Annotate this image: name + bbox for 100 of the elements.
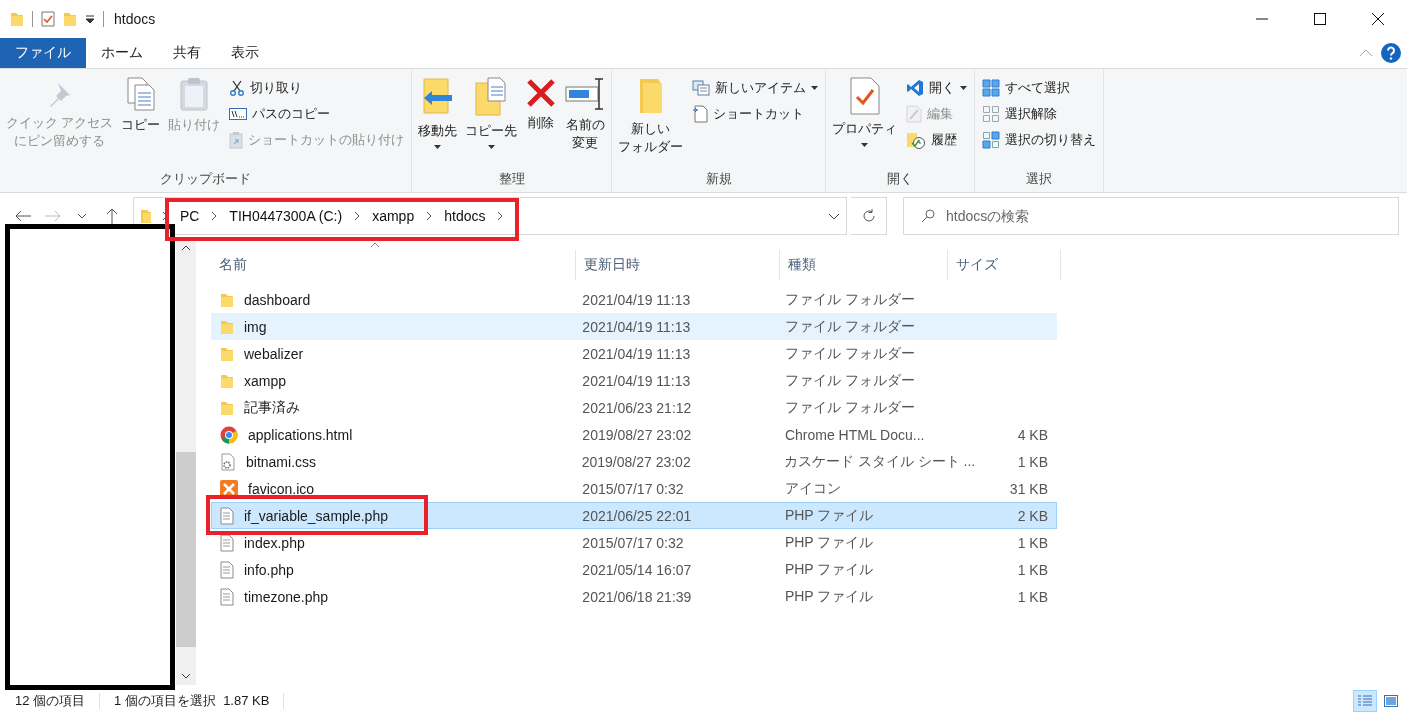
- file-name: dashboard: [244, 291, 311, 308]
- column-header[interactable]: 名前: [211, 250, 576, 280]
- checkmark-document-icon: [41, 11, 55, 27]
- file-size: 1 KB: [1017, 561, 1048, 578]
- up-arrow-icon: [106, 208, 118, 224]
- file-type: カスケード スタイル シート ...: [783, 452, 976, 469]
- file-type: PHP ファイル: [784, 533, 874, 550]
- path-icon: [229, 107, 248, 121]
- file-size: 2 KB: [1017, 507, 1048, 524]
- group-label: 整理: [498, 170, 526, 188]
- ribbon-button[interactable]: 開く: [902, 75, 972, 101]
- file-date: 2021/06/18 21:39: [582, 588, 692, 605]
- address-bar[interactable]: PC TIH0447300A (C:) xampp htdocs: [132, 197, 848, 235]
- ribbon-button[interactable]: 移動先: [415, 73, 461, 154]
- folder-icon: [10, 11, 24, 27]
- grid-icon: [982, 79, 1001, 97]
- column-header[interactable]: 更新日時: [576, 250, 780, 280]
- ribbon-tab[interactable]: ファイル: [0, 38, 86, 68]
- column-header[interactable]: サイズ: [948, 250, 1061, 280]
- file-name: bitnami.css: [246, 453, 317, 470]
- file-row[interactable]: applications.html 2019/08/27 23:02 Chrome HTML Docu... 4 KB: [211, 421, 1057, 448]
- file-date: 2021/06/25 22:01: [582, 507, 692, 524]
- file-date: 2021/05/14 16:07: [582, 561, 692, 578]
- file-name: favicon.ico: [248, 480, 315, 497]
- file-row[interactable]: favicon.ico 2015/07/17 0:32 アイコン 31 KB: [211, 475, 1057, 502]
- file-row[interactable]: info.php 2021/05/14 16:07 PHP ファイル 1 KB: [211, 556, 1057, 583]
- folder-icon: [63, 11, 77, 27]
- file-name: webalizer: [244, 345, 304, 362]
- ribbon-button[interactable]: 選択の切り替え: [978, 127, 1101, 153]
- file-row[interactable]: if_variable_sample.php 2021/06/25 22:01 PHP ファイル 2 KB: [211, 502, 1057, 529]
- file-row[interactable]: dashboard 2021/04/19 11:13 ファイル フォルダー: [211, 286, 1057, 313]
- file-row[interactable]: bitnami.css 2019/08/27 23:02 カスケード スタイル シート ... 1 KB: [211, 448, 1057, 475]
- breadcrumb[interactable]: TIH0447300A (C:): [227, 208, 345, 224]
- file-type: アイコン: [784, 479, 841, 496]
- search-icon: [921, 209, 935, 223]
- file-name: applications.html: [248, 426, 353, 443]
- group-label: 新規: [705, 170, 733, 188]
- selection-info: 1 個の項目を選択 1.87 KB: [114, 692, 270, 710]
- file-date: 2015/07/17 0:32: [582, 534, 684, 551]
- window-title: htdocs: [114, 11, 156, 27]
- folder-clock-icon: [906, 131, 927, 149]
- file-row[interactable]: xampp 2021/04/19 11:13 ファイル フォルダー: [211, 367, 1057, 394]
- dropdown-icon: [85, 15, 95, 23]
- chevron-down-icon: [77, 213, 88, 219]
- file-type: Chrome HTML Docu...: [784, 426, 925, 443]
- partial-grid-icon: [982, 131, 1001, 149]
- file-type: PHP ファイル: [784, 587, 874, 604]
- file-row[interactable]: 記事済み 2021/06/23 21:12 ファイル フォルダー: [211, 394, 1057, 421]
- ribbon-button[interactable]: 切り取り: [225, 75, 409, 101]
- ribbon-button[interactable]: 新しいアイテム: [688, 75, 823, 101]
- ribbon-button[interactable]: コピー: [118, 73, 164, 139]
- ribbon-tab[interactable]: ホーム: [86, 38, 158, 68]
- ribbon-button[interactable]: 選択解除: [978, 101, 1101, 127]
- chevron-icon: [354, 211, 361, 221]
- clipboard-icon: [179, 77, 210, 111]
- breadcrumb[interactable]: htdocs: [442, 208, 488, 224]
- ribbon-button[interactable]: ショートカット: [688, 101, 823, 127]
- help-icon: [1381, 43, 1401, 63]
- folder-icon: [220, 291, 234, 308]
- file-size: 1 KB: [1017, 588, 1048, 605]
- scrollbar[interactable]: [176, 239, 196, 685]
- file-row[interactable]: timezone.php 2021/06/18 21:39 PHP ファイル 1 KB: [211, 583, 1057, 610]
- ribbon-button[interactable]: コピー先: [462, 73, 521, 154]
- file-type: PHP ファイル: [784, 560, 874, 577]
- ribbon-button[interactable]: すべて選択: [978, 75, 1101, 101]
- search-field[interactable]: htdocsの検索: [903, 197, 1399, 235]
- file-type: ファイル フォルダー: [784, 398, 915, 415]
- shortcut-icon: [692, 105, 709, 123]
- collapse-icon: [1359, 49, 1373, 57]
- file-date: 2019/08/27 23:02: [582, 426, 692, 443]
- file-date: 2021/04/19 11:13: [582, 318, 691, 335]
- file-size: 1 KB: [1017, 534, 1048, 551]
- breadcrumb[interactable]: PC: [177, 208, 202, 224]
- ribbon-button[interactable]: 新しい フォルダー: [615, 73, 687, 161]
- document-icon: [220, 506, 234, 525]
- rename-icon: [565, 77, 606, 111]
- ribbon-button[interactable]: 履歴: [902, 127, 972, 153]
- column-header[interactable]: 種類: [780, 250, 948, 280]
- grid-outline-icon: [982, 105, 1001, 123]
- ribbon-button[interactable]: パスのコピー: [225, 101, 409, 127]
- ribbon-button[interactable]: プロパティ: [829, 73, 901, 152]
- file-row[interactable]: img 2021/04/19 11:13 ファイル フォルダー: [211, 313, 1057, 340]
- ribbon-button[interactable]: 名前の 変更: [562, 73, 609, 157]
- file-size: 1 KB: [1017, 453, 1048, 470]
- folder-icon: [220, 345, 234, 362]
- breadcrumb[interactable]: xampp: [370, 208, 417, 224]
- back-arrow-icon: [14, 210, 31, 222]
- dropdown-icon: [828, 212, 841, 220]
- folder-icon: [139, 208, 152, 224]
- ribbon-button[interactable]: 削除: [522, 73, 561, 137]
- file-row[interactable]: index.php 2015/07/17 0:32 PHP ファイル 1 KB: [211, 529, 1057, 556]
- document-icon: [220, 587, 234, 606]
- chrome-icon: [220, 425, 238, 444]
- group-label: 選択: [1025, 170, 1054, 188]
- file-name: timezone.php: [244, 588, 329, 605]
- ribbon-tab[interactable]: 共有: [158, 38, 216, 68]
- refresh-button[interactable]: [851, 197, 887, 235]
- ribbon-tab[interactable]: 表示: [216, 38, 274, 68]
- file-row[interactable]: webalizer 2021/04/19 11:13 ファイル フォルダー: [211, 340, 1057, 367]
- file-date: 2021/04/19 11:13: [582, 345, 691, 362]
